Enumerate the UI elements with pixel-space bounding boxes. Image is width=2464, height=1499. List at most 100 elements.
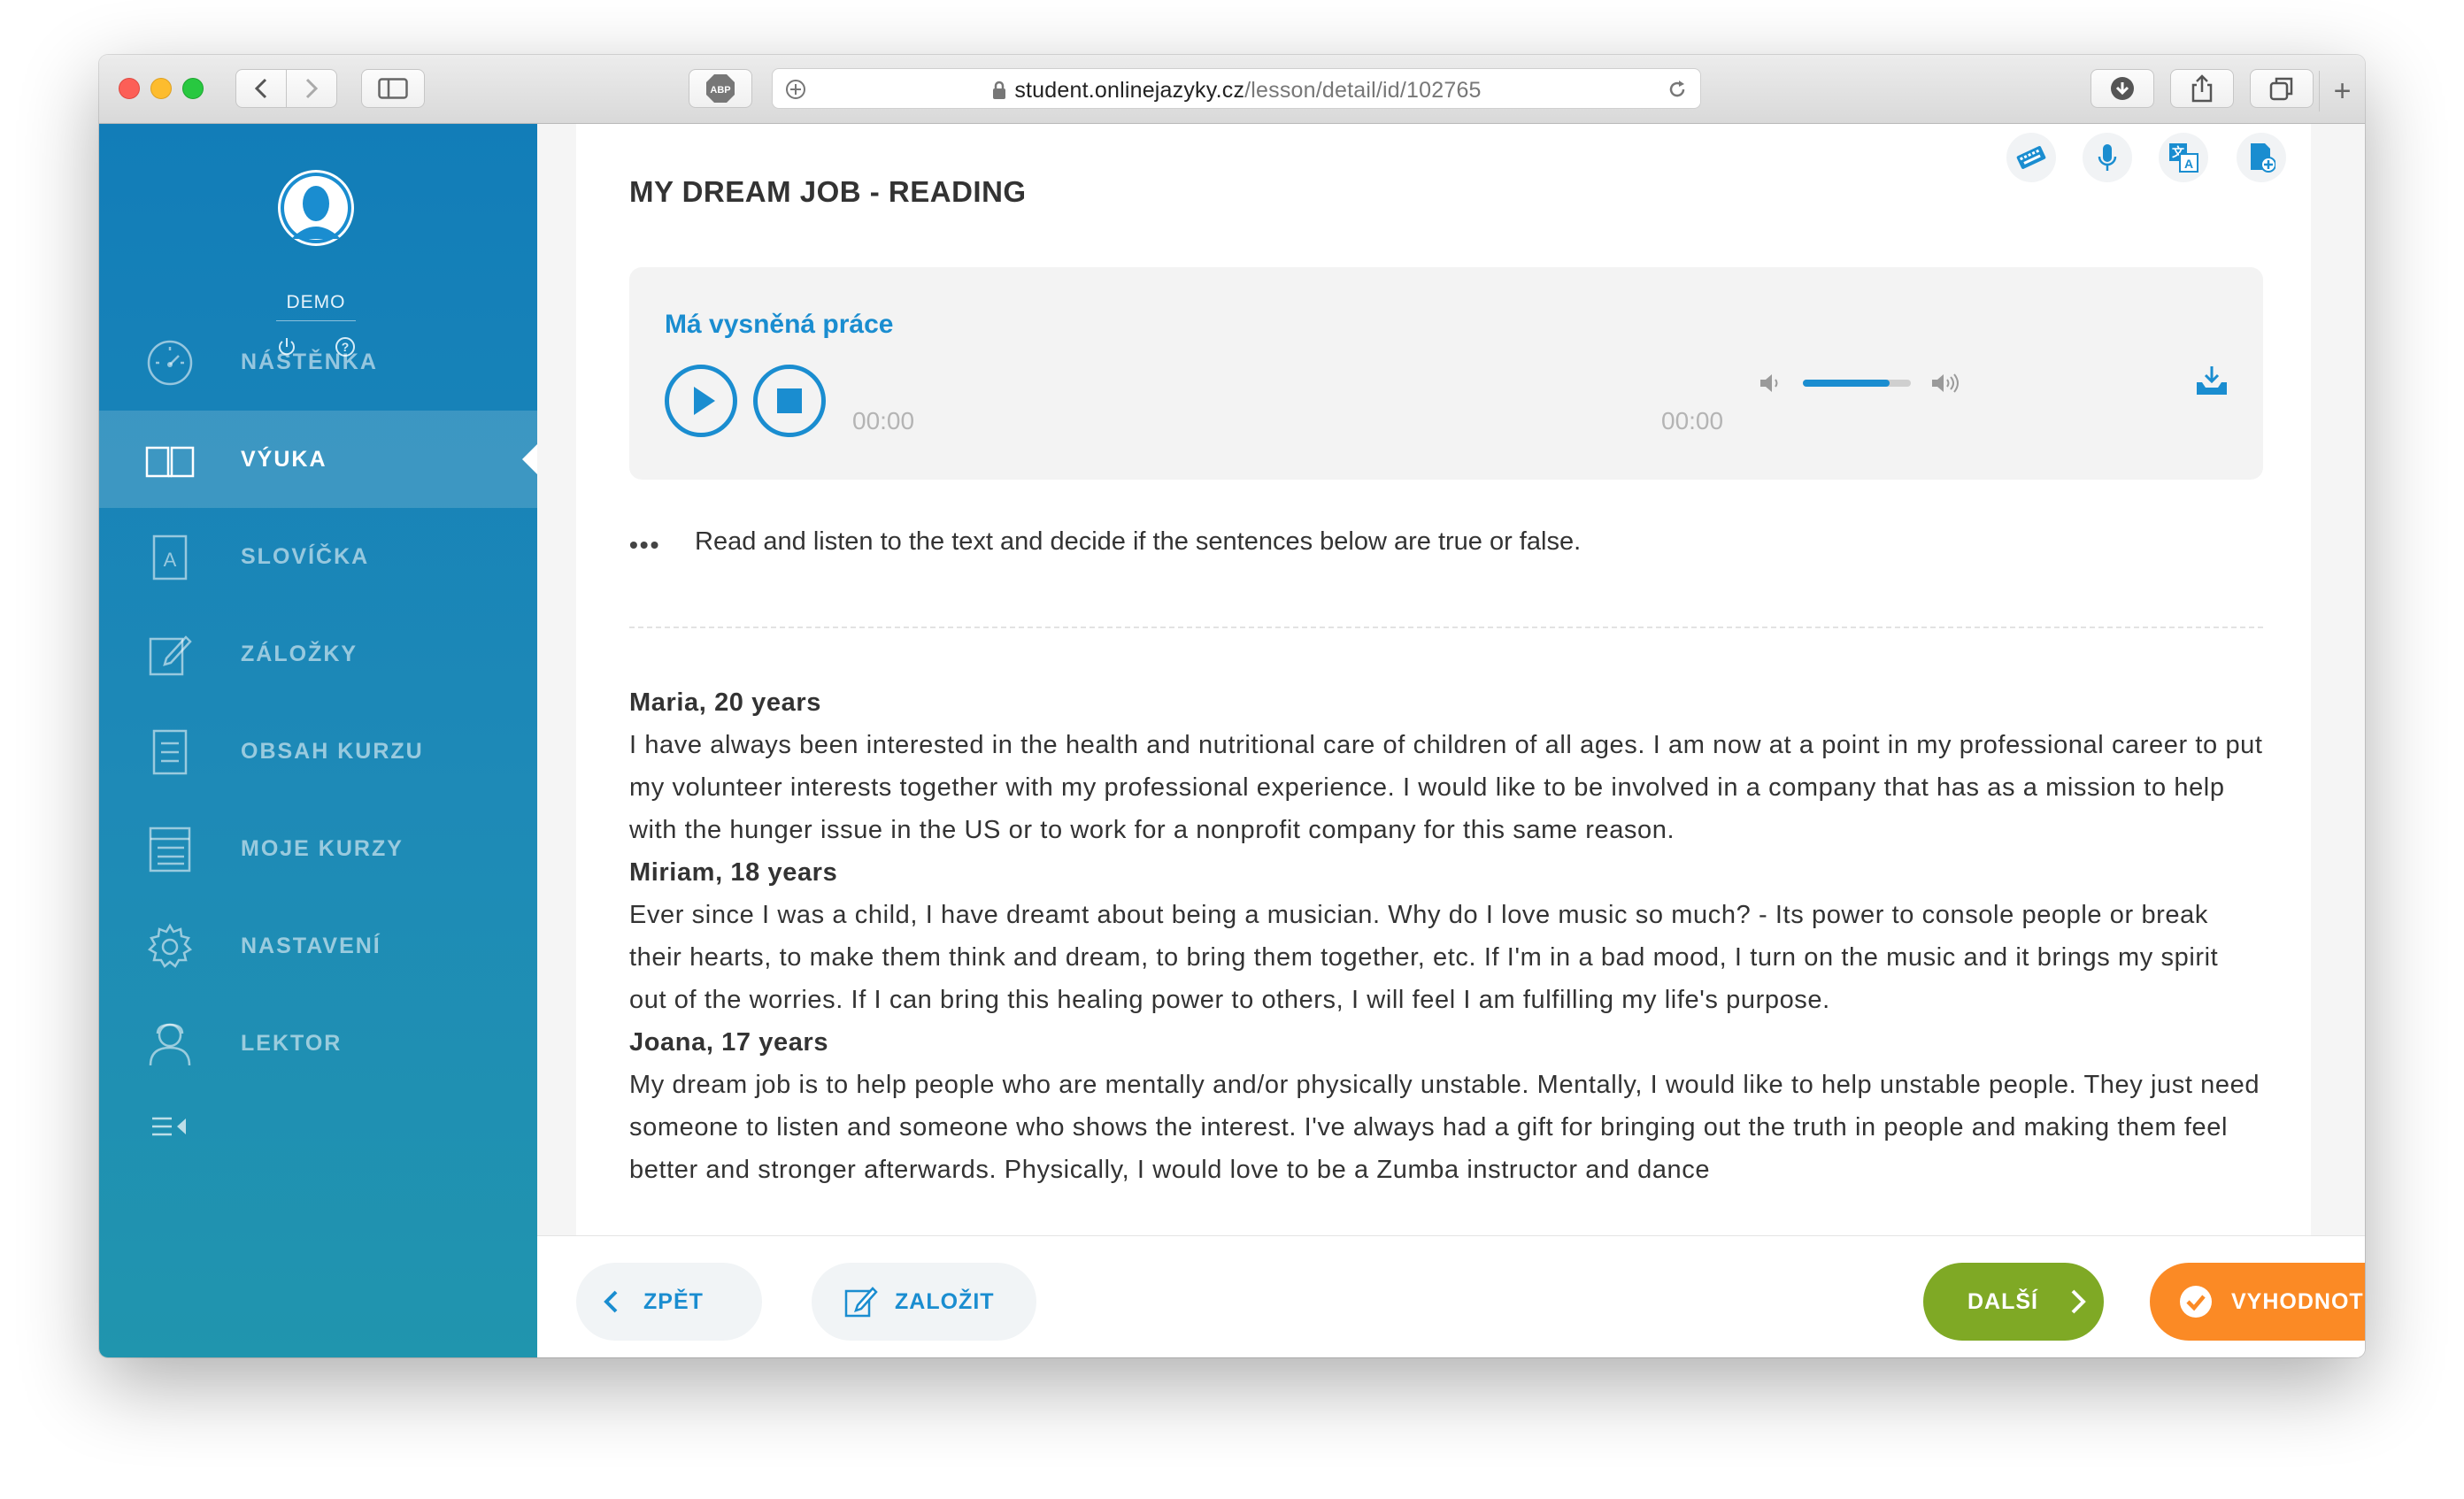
url-path: /lesson/detail/id/102765	[1244, 78, 1482, 103]
lock-icon	[993, 81, 1006, 99]
new-tab-button[interactable]: +	[2319, 71, 2365, 111]
gear-icon	[147, 923, 193, 968]
sidebar-item-moje-kurzy[interactable]: MOJE KURZY	[99, 800, 537, 897]
sidebar-item-nastaveni[interactable]: NASTAVENÍ	[99, 897, 537, 995]
volume-low-icon[interactable]	[1759, 372, 1782, 395]
sidebar-item-label: OBSAH KURZU	[241, 738, 424, 764]
user-name: DEMO	[286, 292, 346, 312]
lesson-footer: ZPĚT ZALOŽIT DALŠÍ VYHODNOTIT	[537, 1235, 2365, 1357]
sidebar-item-zalozky[interactable]: ZÁLOŽKY	[99, 605, 537, 703]
sidebar-item-label: VÝUKA	[241, 446, 327, 472]
check-circle-icon	[2180, 1286, 2212, 1318]
more-options-icon[interactable]: •••	[629, 531, 660, 559]
audio-title: Má vysněná práce	[665, 310, 894, 339]
volume-slider[interactable]	[1803, 380, 1911, 387]
download-circle-icon	[2111, 77, 2134, 100]
sidebar: DEMO ? NÁSTĚNKA VÝUKA A SLOVÍČKA ZÁLOŽKY…	[99, 124, 537, 1357]
back-button[interactable]: ZPĚT	[576, 1263, 762, 1341]
sidebar-item-vyuka[interactable]: VÝUKA	[99, 411, 537, 508]
chevron-right-icon	[305, 78, 319, 99]
sidebar-item-label: ZÁLOŽKY	[241, 641, 358, 666]
tutor-person-icon	[149, 1023, 191, 1066]
sidebar-item-label: SLOVÍČKA	[241, 543, 370, 569]
tabs-overview-icon	[2269, 77, 2293, 101]
sidebar-item-lektor[interactable]: LEKTOR	[99, 995, 537, 1092]
sidebar-item-label: MOJE KURZY	[241, 835, 404, 861]
translate-tool-button[interactable]: 文A	[2159, 133, 2208, 182]
collapse-sidebar-icon[interactable]	[150, 1115, 191, 1138]
main-area: MY DREAM JOB - READING 文A Má vysněná prá…	[537, 124, 2365, 1357]
stop-icon	[777, 388, 802, 413]
next-button[interactable]: DALŠÍ	[1923, 1263, 2104, 1341]
course-list-icon	[149, 826, 191, 872]
sidebar-item-label: NÁSTĚNKA	[241, 349, 378, 374]
volume-fill	[1803, 380, 1890, 387]
time-total: 00:00	[1661, 407, 1724, 434]
stop-button[interactable]	[753, 365, 826, 437]
svg-text:ABP: ABP	[710, 85, 730, 96]
share-icon	[2191, 74, 2213, 103]
sidebar-toggle-button[interactable]	[361, 69, 425, 108]
time-current: 00:00	[852, 407, 915, 434]
avatar-silhouette-icon	[281, 173, 351, 243]
url-text: student.onlinejazyky.cz/lesson/detail/id…	[773, 78, 1700, 104]
dashboard-gauge-icon	[147, 340, 193, 386]
back-nav-button[interactable]	[235, 69, 287, 108]
sidebar-item-obsah-kurzu[interactable]: OBSAH KURZU	[99, 703, 537, 800]
plus-icon: +	[2333, 73, 2352, 108]
page-title: MY DREAM JOB - READING	[629, 175, 1027, 208]
active-indicator	[522, 444, 537, 474]
minimize-window-button[interactable]	[150, 78, 172, 99]
bookmark-button-label: ZALOŽIT	[895, 1288, 995, 1314]
browser-window: ABP student.onlinejazyky.cz/lesson/detai…	[99, 55, 2365, 1357]
sidebar-item-label: NASTAVENÍ	[241, 933, 381, 958]
adblock-extension-button[interactable]: ABP	[689, 69, 752, 108]
url-host: student.onlinejazyky.cz	[1014, 78, 1245, 103]
download-audio-icon[interactable]	[2194, 365, 2229, 398]
next-button-label: DALŠÍ	[1967, 1288, 2038, 1314]
evaluate-button[interactable]: VYHODNOTIT	[2150, 1263, 2365, 1341]
back-button-label: ZPĚT	[643, 1288, 704, 1314]
sidebar-item-label: LEKTOR	[241, 1030, 343, 1056]
adblock-icon: ABP	[706, 74, 735, 103]
instruction-text: Read and listen to the text and decide i…	[695, 527, 1582, 556]
paragraph-text: Ever since I was a child, I have dreamt …	[629, 901, 2219, 1014]
audio-player: Má vysněná práce 00:00 00:00	[629, 267, 2263, 480]
user-avatar[interactable]	[278, 170, 354, 246]
play-icon	[694, 387, 715, 415]
svg-text:A: A	[2184, 157, 2193, 171]
bookmark-edit-icon	[844, 1287, 878, 1318]
sidebar-item-nastenka[interactable]: NÁSTĚNKA	[99, 313, 537, 411]
evaluate-button-label: VYHODNOTIT	[2231, 1288, 2365, 1314]
lesson-content: MY DREAM JOB - READING 文A Má vysněná prá…	[576, 124, 2311, 1357]
reading-text: Maria, 20 years I have always been inter…	[629, 681, 2263, 1191]
address-bar[interactable]: student.onlinejazyky.cz/lesson/detail/id…	[772, 68, 1701, 109]
share-button[interactable]	[2170, 69, 2234, 108]
sidebar-item-slovicka[interactable]: A SLOVÍČKA	[99, 508, 537, 605]
vocabulary-card-icon: A	[152, 534, 188, 580]
close-window-button[interactable]	[119, 78, 140, 99]
paragraph-text: I have always been interested in the hea…	[629, 731, 2263, 844]
translate-icon: 文A	[2169, 143, 2198, 173]
add-document-icon	[2251, 143, 2275, 173]
forward-nav-button[interactable]	[286, 69, 337, 108]
tabs-overview-button[interactable]	[2250, 69, 2314, 108]
paragraph-text: My dream job is to help people who are m…	[629, 1071, 2260, 1184]
add-note-tool-button[interactable]	[2237, 133, 2286, 182]
bookmark-button[interactable]: ZALOŽIT	[812, 1263, 1036, 1341]
sidebar-toggle-icon	[378, 78, 408, 99]
reload-icon[interactable]	[1667, 79, 1688, 100]
volume-high-icon[interactable]	[1930, 372, 1962, 395]
keyboard-icon	[2016, 146, 2046, 169]
svg-text:A: A	[164, 549, 177, 571]
microphone-tool-button[interactable]	[2083, 133, 2132, 182]
chevron-right-icon	[2071, 1289, 2086, 1314]
play-button[interactable]	[665, 365, 737, 437]
browser-titlebar: ABP student.onlinejazyky.cz/lesson/detai…	[99, 55, 2365, 124]
zoom-window-button[interactable]	[182, 78, 204, 99]
downloads-button[interactable]	[2091, 69, 2154, 108]
open-book-icon	[145, 446, 195, 478]
document-list-icon	[152, 729, 188, 775]
speaker-name: Miriam, 18 years	[629, 858, 838, 887]
keyboard-tool-button[interactable]	[2006, 133, 2056, 182]
